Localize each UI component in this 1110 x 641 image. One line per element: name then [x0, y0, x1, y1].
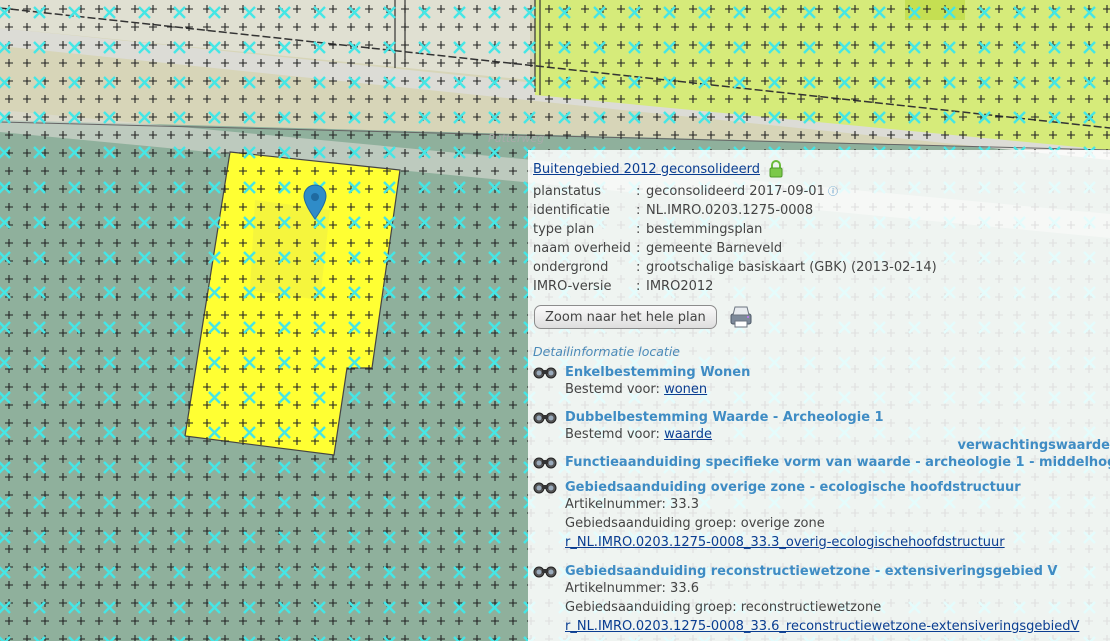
- detail-item-name: Gebiedsaanduiding overige zone - ecologi…: [565, 479, 1021, 495]
- property-row: IMRO-versie: IMRO2012: [533, 277, 937, 296]
- plan-title-link[interactable]: Buitengebied 2012 geconsolideerd: [533, 162, 760, 177]
- street-label: Putterweg: [488, 132, 545, 145]
- detail-item: Gebiedsaanduiding overige zone - ecologi…: [533, 479, 1021, 552]
- property-value: IMRO2012: [646, 278, 714, 294]
- detail-label: Gebiedsaanduiding groep: overige zone: [565, 516, 825, 531]
- binoculars-icon[interactable]: [533, 364, 557, 380]
- property-value: grootschalige basiskaart (GBK) (2013-02-…: [646, 259, 937, 275]
- detail-line: r_NL.IMRO.0203.1275-0008_33.6_reconstruc…: [565, 617, 1079, 636]
- detail-label: Bestemd voor:: [565, 382, 665, 397]
- property-row: identificatie: NL.IMRO.0203.1275-0008: [533, 201, 937, 220]
- plan-properties: planstatus: geconsolideerd 2017-09-01 ⓘ id…: [533, 182, 937, 296]
- detail-line: r_NL.IMRO.0203.1275-0008_33.3_overig-eco…: [565, 533, 1021, 552]
- detail-label: Artikelnummer: 33.6: [565, 581, 699, 596]
- property-row: ondergrond: grootschalige basiskaart (GBK…: [533, 258, 937, 277]
- property-row: type plan: bestemmingsplan: [533, 220, 937, 239]
- property-separator: :: [636, 202, 641, 218]
- binoculars-icon[interactable]: [533, 563, 557, 579]
- detail-item-header: Gebiedsaanduiding overige zone - ecologi…: [533, 479, 1021, 495]
- property-separator: :: [636, 240, 641, 256]
- detail-label: Bestemd voor:: [565, 427, 665, 442]
- detail-line: Gebiedsaanduiding groep: reconstructiewe…: [565, 598, 1079, 617]
- detail-label: Artikelnummer: 33.3: [565, 497, 699, 512]
- detail-link[interactable]: r_NL.IMRO.0203.1275-0008_33.6_reconstruc…: [565, 619, 1079, 634]
- property-key: ondergrond: [533, 259, 609, 275]
- detail-link[interactable]: waarde: [664, 427, 712, 442]
- detail-item: Dubbelbestemming Waarde - Archeologie 1B…: [533, 409, 884, 444]
- detail-item-header: Functieaanduiding specifieke vorm van wa…: [533, 454, 1110, 470]
- overflow-label: verwachtingswaarde: [957, 438, 1110, 453]
- plan-title-row: Buitengebied 2012 geconsolideerd: [533, 160, 784, 178]
- detail-line: Gebiedsaanduiding groep: overige zone: [565, 514, 1021, 533]
- property-value: bestemmingsplan: [646, 221, 763, 237]
- detail-label: Gebiedsaanduiding groep: reconstructiewe…: [565, 600, 882, 615]
- property-value: geconsolideerd 2017-09-01 ⓘ: [646, 184, 839, 199]
- detail-item-name: Enkelbestemming Wonen: [565, 364, 751, 380]
- detail-line: Artikelnummer: 33.3: [565, 495, 1021, 514]
- property-row: planstatus: geconsolideerd 2017-09-01 ⓘ: [533, 182, 937, 201]
- detail-link[interactable]: wonen: [664, 382, 707, 397]
- info-panel: Buitengebied 2012 geconsolideerd plansta…: [528, 150, 1110, 641]
- zoom-to-plan-button[interactable]: Zoom naar het hele plan: [534, 305, 717, 329]
- property-row: naam overheid: gemeente Barneveld: [533, 239, 937, 258]
- detail-item-name: Gebiedsaanduiding reconstructiewetzone -…: [565, 563, 1058, 579]
- property-separator: :: [636, 221, 641, 237]
- detail-item-header: Dubbelbestemming Waarde - Archeologie 1: [533, 409, 884, 425]
- detail-line: Artikelnummer: 33.6: [565, 579, 1079, 598]
- detail-item: Functieaanduiding specifieke vorm van wa…: [533, 454, 1110, 470]
- binoculars-icon[interactable]: [533, 479, 557, 495]
- zoom-row: Zoom naar het hele plan: [534, 304, 755, 330]
- info-icon[interactable]: ⓘ: [825, 187, 838, 198]
- printer-icon[interactable]: [727, 304, 755, 330]
- property-key: identificatie: [533, 202, 610, 218]
- property-key: IMRO-versie: [533, 278, 612, 294]
- binoculars-icon[interactable]: [533, 409, 557, 425]
- property-key: naam overheid: [533, 240, 631, 256]
- property-key: planstatus: [533, 183, 602, 199]
- detail-item-header: Enkelbestemming Wonen: [533, 364, 750, 380]
- binoculars-icon[interactable]: [533, 454, 557, 470]
- detail-link[interactable]: r_NL.IMRO.0203.1275-0008_33.3_overig-eco…: [565, 535, 1005, 550]
- detail-item-header: Gebiedsaanduiding reconstructiewetzone -…: [533, 563, 1079, 579]
- property-separator: :: [636, 259, 641, 275]
- detail-item: Enkelbestemming Wonen Bestemd voor: wonen: [533, 364, 750, 399]
- property-key: type plan: [533, 221, 595, 237]
- property-separator: :: [636, 183, 641, 199]
- property-separator: :: [636, 278, 641, 294]
- detail-line: Bestemd voor: waarde: [565, 425, 884, 444]
- detail-item-name: Dubbelbestemming Waarde - Archeologie 1: [565, 409, 884, 425]
- detail-line: Bestemd voor: wonen: [565, 380, 750, 399]
- detail-item-name: Functieaanduiding specifieke vorm van wa…: [565, 454, 1110, 470]
- lock-icon: [769, 160, 783, 178]
- section-title: Detailinformatie locatie: [533, 344, 680, 359]
- property-value: gemeente Barneveld: [646, 240, 783, 256]
- property-value: NL.IMRO.0203.1275-0008: [646, 202, 814, 218]
- detail-item: Gebiedsaanduiding reconstructiewetzone -…: [533, 563, 1079, 636]
